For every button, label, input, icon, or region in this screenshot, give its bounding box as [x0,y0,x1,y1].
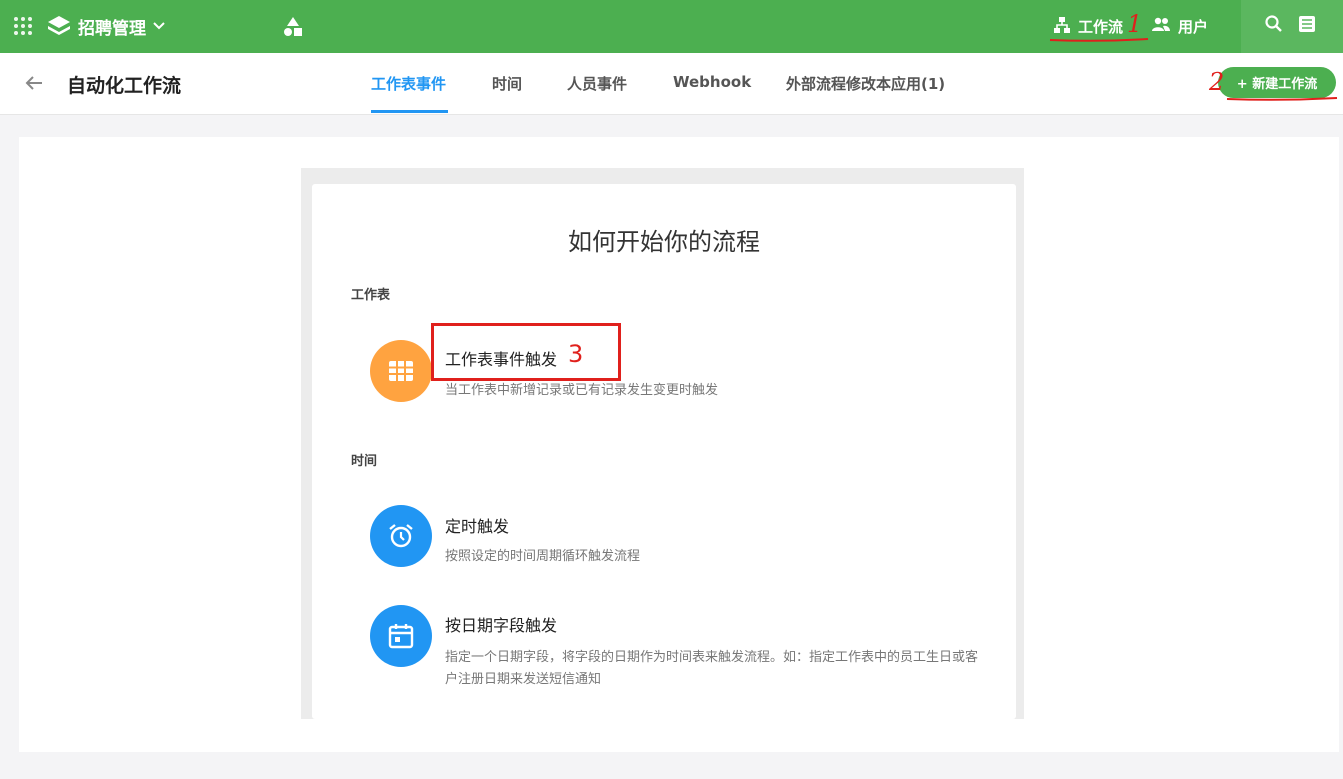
tab-external-flows[interactable]: 外部流程修改本应用(1) [786,73,945,94]
tab-member-events[interactable]: 人员事件 [567,73,627,94]
alarm-clock-icon[interactable] [370,505,432,567]
annotation-number: 2 [1209,68,1225,96]
trigger-panel: 如何开始你的流程 工作表 工作表事件触发 当工作表中新增记录或已有记录发生变更时… [312,184,1016,719]
users-nav-link[interactable]: 用户 [1178,16,1208,37]
active-tab-indicator [371,110,448,113]
page-title: 自动化工作流 [67,75,182,97]
new-workflow-button[interactable]: + 新建工作流 [1218,67,1336,98]
table-grid-icon[interactable] [370,340,432,402]
app-logo-icon[interactable] [46,13,72,39]
topbar-tools [1241,0,1343,53]
panel-heading: 如何开始你的流程 [568,228,760,256]
tab-time[interactable]: 时间 [492,73,522,94]
back-arrow-icon[interactable] [23,72,45,94]
scheduled-trigger[interactable]: 定时触发 [445,513,509,537]
tab-worksheet-events[interactable]: 工作表事件 [371,73,446,94]
annotation-box [431,323,621,381]
page-header: 自动化工作流 工作表事件 时间 人员事件 Webhook 外部流程修改本应用(1… [0,53,1343,115]
shapes-icon[interactable] [282,15,304,37]
new-workflow-button-label: + 新建工作流 [1236,77,1318,92]
section-label-time: 时间 [351,454,378,469]
app-grid-icon[interactable] [13,16,33,36]
search-icon[interactable] [1264,14,1284,34]
top-nav-bar: 招聘管理 工作流 1 用户 [0,0,1343,53]
tab-webhook[interactable]: Webhook [673,73,751,91]
worksheet-event-trigger-desc: 当工作表中新增记录或已有记录发生变更时触发 [445,383,719,398]
chevron-down-icon[interactable] [152,18,166,32]
annotation-number: 1 [1127,10,1143,38]
annotation-underline [1226,97,1338,101]
workflow-icon[interactable] [1053,16,1071,34]
app-name[interactable]: 招聘管理 [78,14,146,39]
workflow-nav-link[interactable]: 工作流 [1078,16,1123,37]
annotation-underline [1049,38,1149,42]
calendar-icon[interactable] [370,605,432,667]
document-list-icon[interactable] [1297,14,1317,34]
date-field-trigger[interactable]: 按日期字段触发 [445,612,557,636]
section-label-worksheet: 工作表 [351,288,391,303]
annotation-number: 3 [568,340,584,368]
scheduled-trigger-desc: 按照设定的时间周期循环触发流程 [445,549,641,564]
users-icon[interactable] [1151,15,1171,35]
date-field-trigger-desc: 指定一个日期字段，将字段的日期作为时间表来触发流程。如：指定工作表中的员工生日或… [445,650,979,687]
